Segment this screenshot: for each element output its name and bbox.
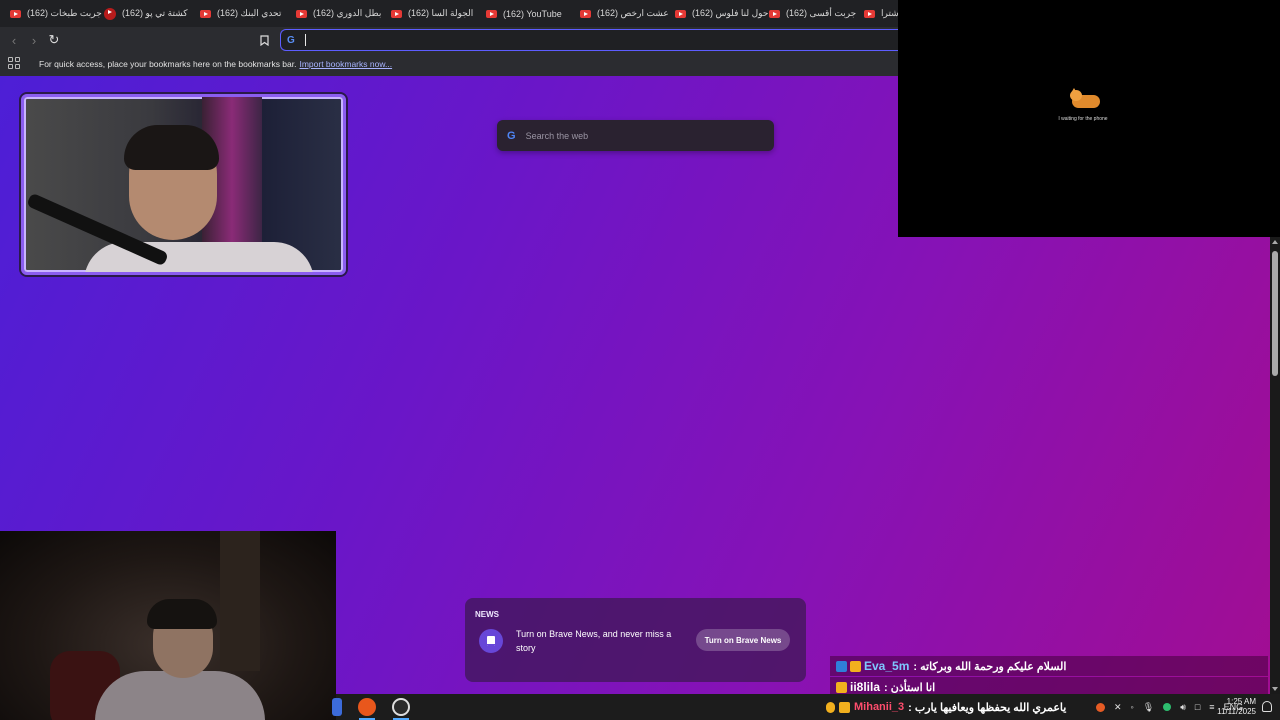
display-icon[interactable]: □ xyxy=(1195,702,1200,712)
browser-tab[interactable]: (162) عشت ارخص xyxy=(580,0,669,27)
chat-username: ii8lila xyxy=(850,680,881,694)
webcam-overlay-secondary xyxy=(0,531,336,720)
youtube-icon xyxy=(391,9,402,18)
status-dot-icon[interactable] xyxy=(1163,703,1172,711)
news-document-icon xyxy=(479,629,503,653)
text-caret xyxy=(304,34,306,46)
crown-icon xyxy=(839,701,850,713)
clock-date: 11/11/2025 xyxy=(1217,707,1256,716)
notification-bell-icon[interactable] xyxy=(1262,701,1272,712)
brave-news-card: NEWS Turn on Brave News, and never miss … xyxy=(465,598,806,682)
bookmark-icon[interactable] xyxy=(255,31,273,49)
youtube-icon xyxy=(104,7,116,20)
browser-tab[interactable]: (162) بطل الدوري xyxy=(296,0,381,27)
scroll-down-icon[interactable] xyxy=(1272,687,1278,691)
tab-label: (162) عشت ارخص xyxy=(597,8,669,18)
browser-tab[interactable]: (162) تحدي البنك xyxy=(200,0,281,27)
tray-app-icon[interactable] xyxy=(1096,702,1105,712)
youtube-icon xyxy=(10,9,21,18)
tab-label: (162) جربت طبخات xyxy=(27,8,102,18)
search-engine-icon: G xyxy=(287,34,295,46)
google-icon: G xyxy=(507,129,516,142)
youtube-icon xyxy=(580,9,591,18)
chat-bottom-line: Mihanii_3 : ياعمري الله يحفظها ويعافيها … xyxy=(826,694,1066,720)
chat-message: Eva_5m : السلام عليكم ورحمة الله وبركاته xyxy=(830,656,1268,676)
reload-icon[interactable]: ↻ xyxy=(45,31,63,49)
network-icon[interactable]: ◦ xyxy=(1131,702,1134,712)
tab-label: (162) حول لنا فلوس xyxy=(692,8,769,18)
obs-icon[interactable] xyxy=(392,698,410,716)
wifi-icon[interactable]: ≡ xyxy=(1209,702,1214,712)
chat-text: : السلام عليكم ورحمة الله وبركاته xyxy=(913,660,1067,673)
badge-icon xyxy=(836,660,847,672)
browser-tab[interactable]: اشترا xyxy=(864,0,898,27)
web-search-box[interactable]: G Search the web xyxy=(497,120,774,151)
scroll-up-icon[interactable] xyxy=(1272,240,1278,244)
tab-strip: (162) جربت طبخات (162) كشتة تي پو (162) … xyxy=(0,0,898,27)
youtube-icon xyxy=(769,9,780,18)
chat-username: Mihanii_3 xyxy=(854,701,905,713)
coin-icon xyxy=(826,701,835,713)
tab-label: (162) YouTube xyxy=(503,8,562,19)
browser-tab[interactable]: (162) جربت طبخات xyxy=(10,0,102,27)
news-promo-text: Turn on Brave News, and never miss a sto… xyxy=(516,629,672,653)
clock-time: 1:25 AM xyxy=(1226,697,1256,706)
turn-on-news-button[interactable]: Turn on Brave News xyxy=(696,629,790,651)
youtube-icon xyxy=(296,9,307,18)
import-bookmarks-link[interactable]: Import bookmarks now... xyxy=(299,59,392,69)
crown-icon xyxy=(850,660,861,672)
pinned-app-icon[interactable] xyxy=(332,698,342,716)
brave-browser-icon[interactable] xyxy=(358,698,376,716)
webcam-overlay-primary xyxy=(21,94,346,275)
youtube-icon xyxy=(864,9,875,18)
close-icon[interactable]: ✕ xyxy=(1114,702,1122,713)
browser-tab[interactable]: (162) كشتة تي پو xyxy=(104,0,188,27)
chat-text: : انا استأذن xyxy=(884,681,936,694)
back-icon[interactable]: ‹ xyxy=(5,31,23,49)
tab-label: (162) بطل الدوري xyxy=(313,8,382,18)
search-placeholder: Search the web xyxy=(525,130,589,141)
taskbar: Mihanii_3 : ياعمري الله يحفظها ويعافيها … xyxy=(332,694,1280,720)
browser-toolbar: ‹ › ↻ G xyxy=(0,27,898,52)
address-bar[interactable]: G xyxy=(280,29,898,51)
scrollbar-thumb[interactable] xyxy=(1272,251,1278,376)
apps-grid-icon[interactable] xyxy=(8,57,20,69)
crown-icon xyxy=(836,681,847,693)
browser-tab[interactable]: (162) الجولة السا xyxy=(391,0,473,27)
waiting-caption: I waiting for the phone xyxy=(1058,116,1108,122)
tab-label: اشترا xyxy=(881,8,898,18)
news-label: NEWS xyxy=(475,610,499,619)
microphone-icon[interactable]: 🎙︎ xyxy=(1143,702,1154,713)
cat-sticker-icon xyxy=(1070,88,1102,110)
forward-icon[interactable]: › xyxy=(25,31,43,49)
tab-label: (162) جربت أقسى xyxy=(786,8,857,18)
youtube-icon xyxy=(486,9,497,18)
bookmarks-hint: For quick access, place your bookmarks h… xyxy=(39,59,297,69)
browser-tab[interactable]: (162) حول لنا فلوس xyxy=(675,0,768,27)
chat-text: : ياعمري الله يحفظها ويعافيها يارب xyxy=(908,701,1067,714)
tab-label: (162) الجولة السا xyxy=(408,8,474,18)
youtube-icon xyxy=(675,9,686,18)
system-clock[interactable]: 1:25 AM 11/11/2025 xyxy=(1217,697,1256,717)
bookmarks-bar: For quick access, place your bookmarks h… xyxy=(0,52,898,76)
volume-icon[interactable]: 🔊︎ xyxy=(1180,702,1186,713)
tab-label: (162) تحدي البنك xyxy=(217,8,282,18)
browser-tab[interactable]: (162) YouTube xyxy=(486,0,562,27)
tab-label: (162) كشتة تي پو xyxy=(122,8,188,18)
chat-username: Eva_5m xyxy=(864,659,910,673)
browser-tab[interactable]: (162) جربت أقسى xyxy=(769,0,856,27)
page-scrollbar[interactable] xyxy=(1270,237,1280,694)
youtube-icon xyxy=(200,9,211,18)
